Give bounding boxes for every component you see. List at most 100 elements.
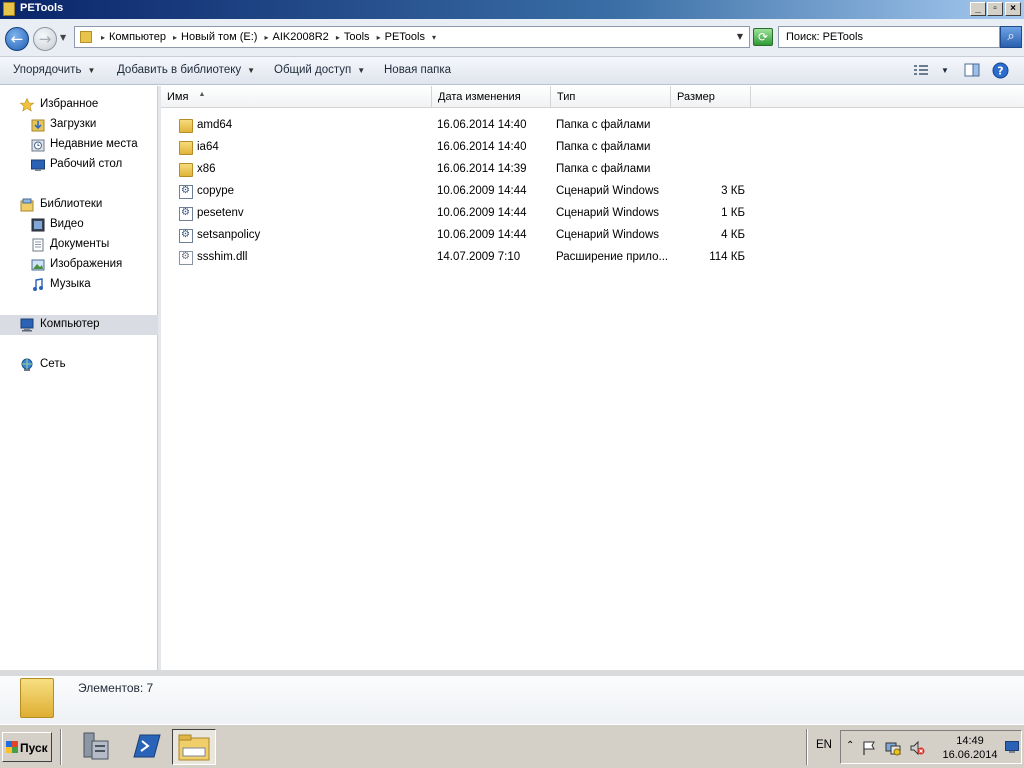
details-pane: Элементов: 7 [0, 676, 1024, 724]
file-type: Сценарий Windows [556, 229, 659, 241]
powershell-button[interactable] [124, 729, 168, 765]
view-dropdown-icon[interactable]: ▼ [941, 66, 949, 75]
column-type[interactable]: Тип [551, 86, 671, 108]
nav-network-label: Сеть [40, 358, 66, 370]
chevron-right-icon[interactable]: ▸ [377, 33, 381, 42]
recent-pages-dropdown[interactable]: ▼ [60, 33, 66, 42]
command-bar: Упорядочить ▼ Добавить в библиотеку ▼ Общи… [0, 57, 1024, 85]
navigation-pane: Избранное Загрузки Недавние места Рабочи… [0, 86, 158, 670]
nav-video[interactable]: Видео [0, 215, 158, 235]
file-date: 10.06.2009 14:44 [437, 207, 527, 219]
nav-documents[interactable]: Документы [0, 235, 158, 255]
video-icon [31, 218, 45, 232]
server-manager-button[interactable] [74, 729, 118, 765]
file-name: x86 [197, 163, 216, 175]
file-row[interactable]: pesetenv 10.06.2009 14:44 Сценарий Windo… [161, 203, 761, 225]
file-row[interactable]: x86 16.06.2014 14:39 Папка с файлами [161, 159, 761, 181]
volume-muted-icon[interactable] [909, 740, 925, 756]
star-icon [20, 98, 34, 112]
file-name: copype [197, 185, 235, 197]
nav-favorites[interactable]: Избранное [0, 95, 158, 115]
chevron-right-icon[interactable]: ▸ [173, 33, 177, 42]
chevron-right-icon[interactable]: ▸ [264, 33, 268, 42]
help-icon[interactable]: ? [992, 62, 1009, 79]
maximize-button[interactable]: ▫ [987, 2, 1003, 16]
include-in-library-button[interactable]: Добавить в библиотеку ▼ [117, 64, 255, 76]
breadcrumb-volume-e[interactable]: Новый том (E:) [181, 31, 257, 43]
breadcrumb-computer[interactable]: Компьютер [109, 31, 166, 43]
chevron-down-icon[interactable]: ▼ [737, 32, 743, 41]
chevron-right-icon[interactable]: ▾ [432, 33, 436, 42]
start-button[interactable]: Пуск [2, 732, 52, 762]
powershell-icon [133, 734, 161, 758]
show-hidden-icons-button[interactable]: ⌃ [846, 740, 854, 751]
file-size: 1 КБ [721, 207, 745, 219]
file-row[interactable]: setsanpolicy 10.06.2009 14:44 Сценарий W… [161, 225, 761, 247]
search-icon: ⌕ [1007, 29, 1015, 44]
back-button[interactable]: ← [5, 27, 29, 51]
chevron-down-icon: ▼ [247, 66, 256, 75]
column-date-modified[interactable]: Дата изменения [432, 86, 551, 108]
network-tray-icon[interactable] [885, 740, 901, 756]
arrow-right-icon: → [38, 30, 52, 48]
folder-icon [20, 678, 54, 718]
nav-downloads[interactable]: Загрузки [0, 115, 158, 135]
nav-music[interactable]: Музыка [0, 275, 158, 295]
file-date: 16.06.2014 14:39 [437, 163, 527, 175]
file-size: 4 КБ [721, 229, 745, 241]
search-button[interactable]: ⌕ [1000, 26, 1022, 48]
language-indicator[interactable]: EN [816, 739, 832, 751]
share-button[interactable]: Общий доступ ▼ [274, 64, 365, 76]
libraries-icon [20, 198, 34, 212]
show-desktop-icon[interactable] [1005, 741, 1019, 753]
item-count: Элементов: 7 [78, 681, 154, 695]
breadcrumb-petools[interactable]: PETools [385, 31, 425, 43]
file-type: Папка с файлами [556, 141, 651, 153]
search-input[interactable]: Поиск: PETools [778, 26, 1000, 48]
chevron-right-icon[interactable]: ▸ [101, 33, 105, 42]
organize-button[interactable]: Упорядочить ▼ [13, 64, 95, 76]
address-bar[interactable]: ▸ Компьютер ▸ Новый том (E:) ▸ AIK2008R2 ▸ T… [74, 26, 750, 48]
file-row[interactable]: ssshim.dll 14.07.2009 7:10 Расширение пр… [161, 247, 761, 269]
file-row[interactable]: copype 10.06.2009 14:44 Сценарий Windows… [161, 181, 761, 203]
file-row[interactable]: ia64 16.06.2014 14:40 Папка с файлами [161, 137, 761, 159]
nav-desktop[interactable]: Рабочий стол [0, 155, 158, 175]
documents-icon [32, 238, 44, 252]
folder-icon [179, 163, 193, 177]
view-options-icon[interactable] [913, 63, 929, 77]
nav-pictures[interactable]: Изображения [0, 255, 158, 275]
forward-button[interactable]: → [33, 27, 57, 51]
nav-network[interactable]: Сеть [0, 355, 158, 375]
arrow-left-icon: ← [10, 30, 24, 48]
start-label: Пуск [20, 741, 48, 755]
new-folder-button[interactable]: Новая папка [384, 64, 451, 76]
explorer-taskbar-button[interactable] [172, 729, 216, 765]
title-bar: PETools _ ▫ × [0, 0, 1024, 19]
file-row[interactable]: amd64 16.06.2014 14:40 Папка с файлами [161, 115, 761, 137]
pictures-icon [31, 259, 45, 271]
folder-icon [179, 119, 193, 133]
nav-recent-places[interactable]: Недавние места [0, 135, 158, 155]
file-type: Расширение прило... [556, 251, 669, 263]
breadcrumb-aik2008r2[interactable]: AIK2008R2 [273, 31, 329, 43]
column-name[interactable]: Имя ▲ [161, 86, 432, 108]
nav-computer-label: Компьютер [40, 318, 100, 330]
server-manager-icon [83, 732, 109, 760]
close-button[interactable]: × [1005, 2, 1021, 16]
refresh-button[interactable]: ⟳ [753, 28, 773, 46]
computer-icon [20, 318, 34, 332]
folder-icon [80, 31, 92, 43]
action-center-flag-icon[interactable] [861, 740, 877, 756]
search-placeholder: Поиск: PETools [786, 31, 863, 43]
chevron-right-icon[interactable]: ▸ [336, 33, 340, 42]
chevron-down-icon: ▼ [87, 66, 96, 75]
minimize-button[interactable]: _ [970, 2, 986, 16]
taskbar: Пуск EN ⌃ 14:49 16.06.2014 [0, 724, 1024, 768]
breadcrumb-tools[interactable]: Tools [344, 31, 370, 43]
column-size[interactable]: Размер [671, 86, 751, 108]
system-clock[interactable]: 14:49 16.06.2014 [935, 734, 1005, 762]
file-date: 10.06.2009 14:44 [437, 229, 527, 241]
preview-pane-icon[interactable] [964, 63, 980, 77]
nav-libraries[interactable]: Библиотеки [0, 195, 158, 215]
nav-computer[interactable]: Компьютер [0, 315, 158, 335]
